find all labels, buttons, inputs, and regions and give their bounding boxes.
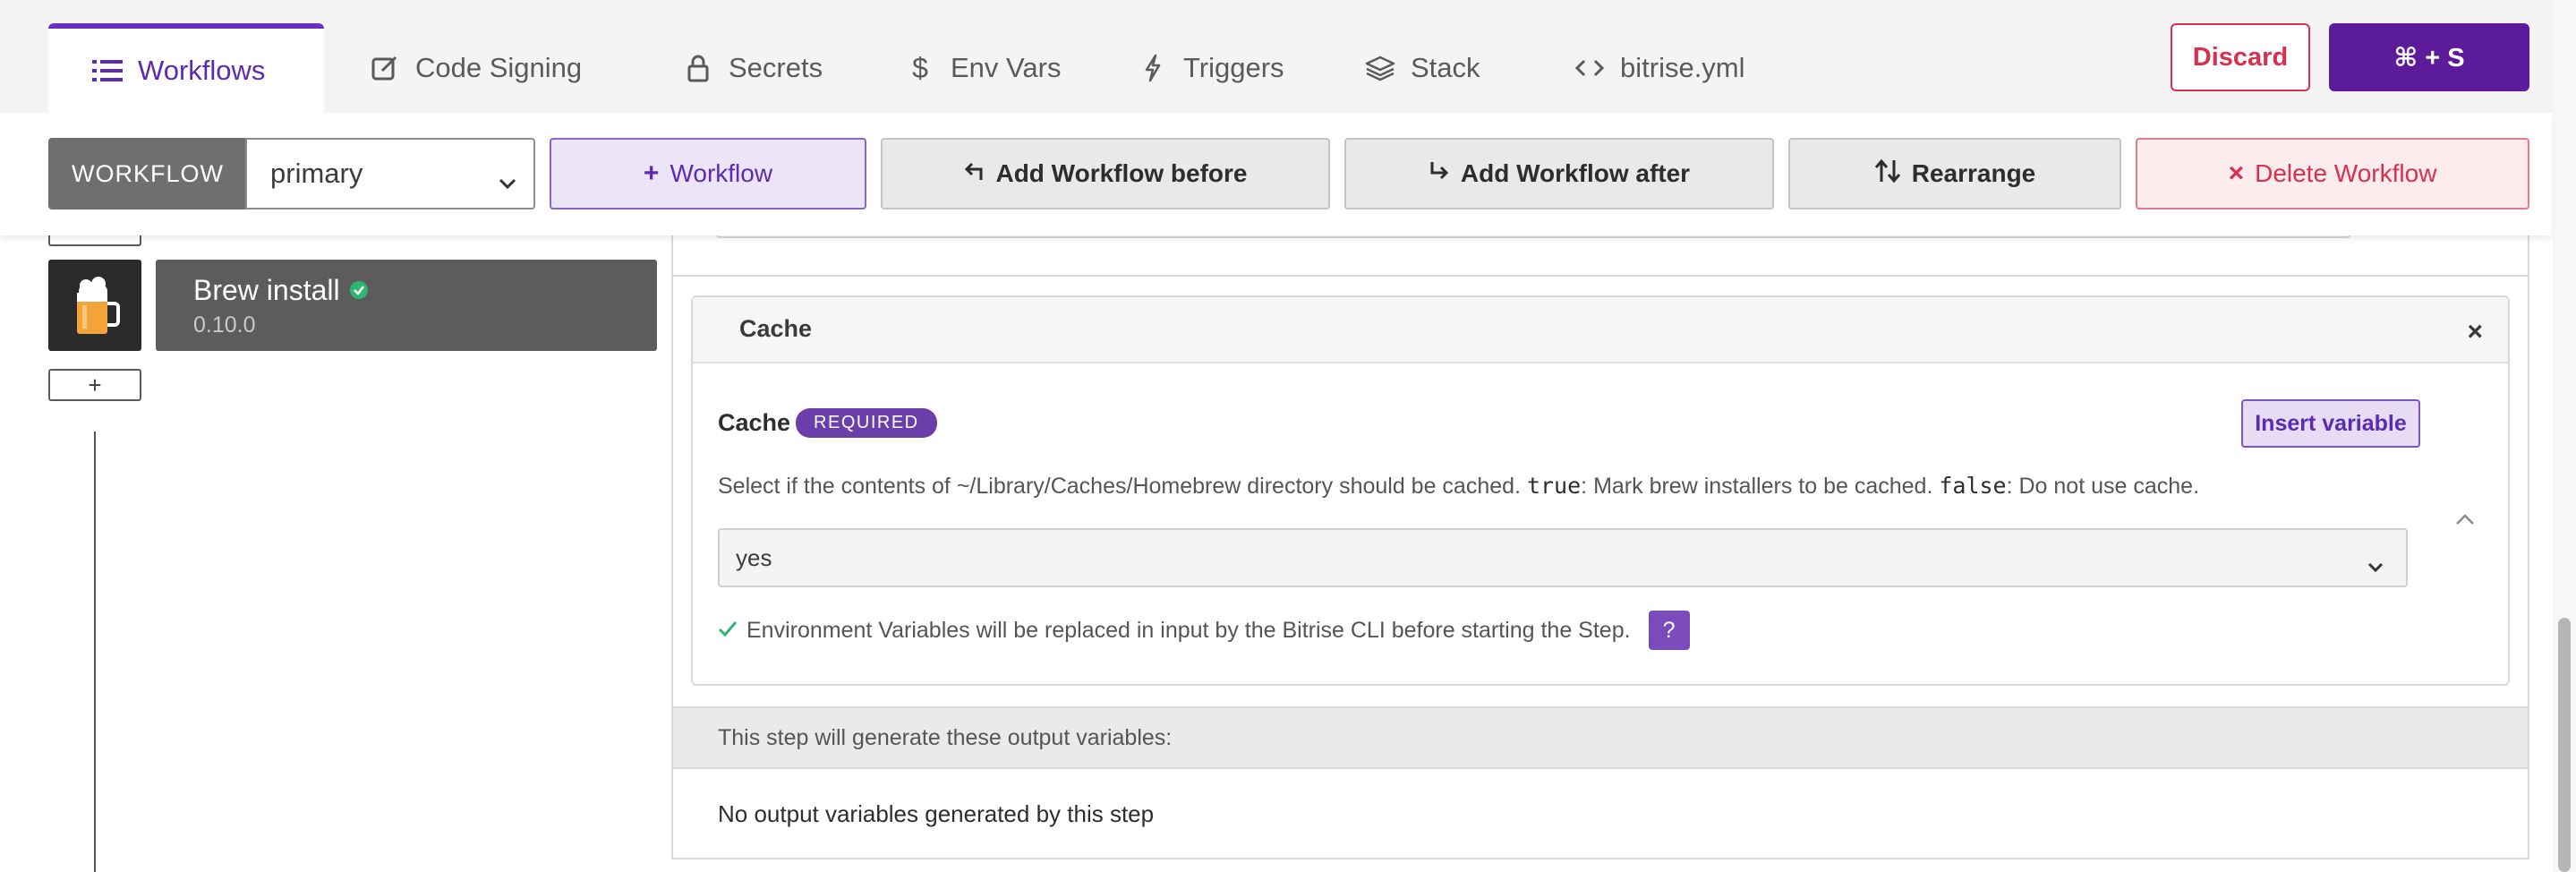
step-version: 0.10.0 [193, 312, 256, 338]
help-button[interactable]: ? [1648, 611, 1690, 650]
plus-icon: + [643, 158, 660, 188]
bolt-icon [1137, 52, 1169, 84]
rearrange-label: Rearrange [1911, 159, 2036, 187]
scrollbar-thumb[interactable] [2558, 618, 2571, 872]
output-variables-empty: No output variables generated by this st… [718, 799, 1155, 827]
workflow-select[interactable]: primary [245, 138, 535, 209]
select-value: yes [736, 543, 772, 571]
required-badge: REQUIRED [796, 408, 937, 438]
edit-icon [369, 52, 401, 84]
insert-variable-button[interactable]: Insert variable [2241, 399, 2420, 448]
delete-workflow-button[interactable]: × Delete Workflow [2136, 138, 2529, 209]
workflow-select-value: primary [270, 158, 363, 189]
add-before-label: Add Workflow before [995, 159, 1248, 187]
layers-icon [1364, 52, 1396, 84]
close-icon[interactable]: × [2467, 317, 2483, 347]
tab-label: Workflows [138, 55, 266, 86]
chevron-up-icon[interactable] [2454, 512, 2476, 531]
beer-mug-icon [77, 277, 120, 334]
tab-label: Secrets [729, 52, 823, 83]
input-group-title: Cache [739, 315, 813, 342]
workflow-toolbar: WORKFLOW primary + Workflow Add Workflow… [0, 113, 2551, 235]
divider [671, 275, 2529, 277]
tab-workflows[interactable]: Workflows [48, 23, 324, 113]
step-title: Brew install [193, 274, 619, 307]
input-group-cache: Cache × Cache REQUIRED Insert variable S… [691, 295, 2510, 686]
swap-vertical-icon [1874, 158, 1901, 190]
save-button[interactable]: ⌘ + S [2329, 23, 2529, 91]
tab-stack[interactable]: Stack [1344, 23, 1500, 113]
add-workflow-button[interactable]: + Workflow [550, 138, 866, 209]
tab-code-signing[interactable]: Code Signing [349, 23, 601, 113]
tab-secrets[interactable]: Secrets [662, 23, 842, 113]
desc-code-false: false [1939, 473, 2007, 499]
add-workflow-before-button[interactable]: Add Workflow before [881, 138, 1330, 209]
chevron-down-icon [2367, 551, 2384, 579]
add-step-button[interactable]: + [48, 369, 141, 401]
output-variables-header: This step will generate these output var… [673, 706, 2528, 769]
desc-text: : Mark brew installers to be cached. [1581, 474, 1940, 499]
chevron-down-icon [498, 165, 517, 197]
tab-label: Env Vars [951, 52, 1062, 83]
check-icon [718, 618, 738, 644]
delete-workflow-label: Delete Workflow [2255, 159, 2437, 187]
cache-value-select[interactable]: yes [718, 528, 2408, 587]
arrow-down-right-icon [1429, 159, 1450, 188]
list-icon [91, 55, 124, 87]
tab-label: Code Signing [415, 52, 583, 83]
lock-icon [682, 52, 714, 84]
tab-label: bitrise.yml [1620, 52, 1745, 83]
arrow-up-left-icon [963, 159, 985, 188]
env-note-text: Environment Variables will be replaced i… [746, 617, 1631, 643]
tab-env-vars[interactable]: $ Env Vars [884, 23, 1080, 113]
input-label: Cache REQUIRED [718, 408, 937, 438]
step-title-text: Brew install [193, 274, 340, 306]
input-description: Select if the contents of ~/Library/Cach… [718, 473, 2199, 500]
env-var-note: Environment Variables will be replaced i… [718, 611, 1690, 650]
add-after-label: Add Workflow after [1460, 159, 1691, 187]
verified-check-icon [349, 274, 369, 307]
tab-triggers[interactable]: Triggers [1117, 23, 1304, 113]
step-card-brew-install[interactable]: Brew install 0.10.0 [156, 260, 657, 351]
discard-button[interactable]: Discard [2171, 23, 2310, 91]
rearrange-button[interactable]: Rearrange [1788, 138, 2121, 209]
workflow-label: WORKFLOW [48, 138, 247, 209]
desc-text: Select if the contents of ~/Library/Cach… [718, 474, 1527, 499]
code-icon [1574, 52, 1606, 84]
workflow-timeline-line [94, 432, 96, 872]
dollar-icon: $ [912, 51, 928, 84]
tab-bitrise-yml[interactable]: bitrise.yml [1554, 23, 1765, 113]
close-icon: × [2228, 158, 2245, 188]
desc-text: : Do not use cache. [2006, 474, 2200, 499]
brew-step-icon[interactable] [48, 260, 141, 351]
top-nav: Workflows Code Signing Secrets $ Env Var… [0, 0, 2576, 113]
desc-code-true: true [1526, 473, 1582, 499]
add-workflow-label: Workflow [670, 159, 773, 187]
input-label-text: Cache [718, 409, 791, 436]
tab-label: Stack [1411, 52, 1480, 83]
input-group-header[interactable]: Cache × [693, 297, 2508, 363]
tab-label: Triggers [1183, 52, 1284, 83]
add-workflow-after-button[interactable]: Add Workflow after [1344, 138, 1774, 209]
